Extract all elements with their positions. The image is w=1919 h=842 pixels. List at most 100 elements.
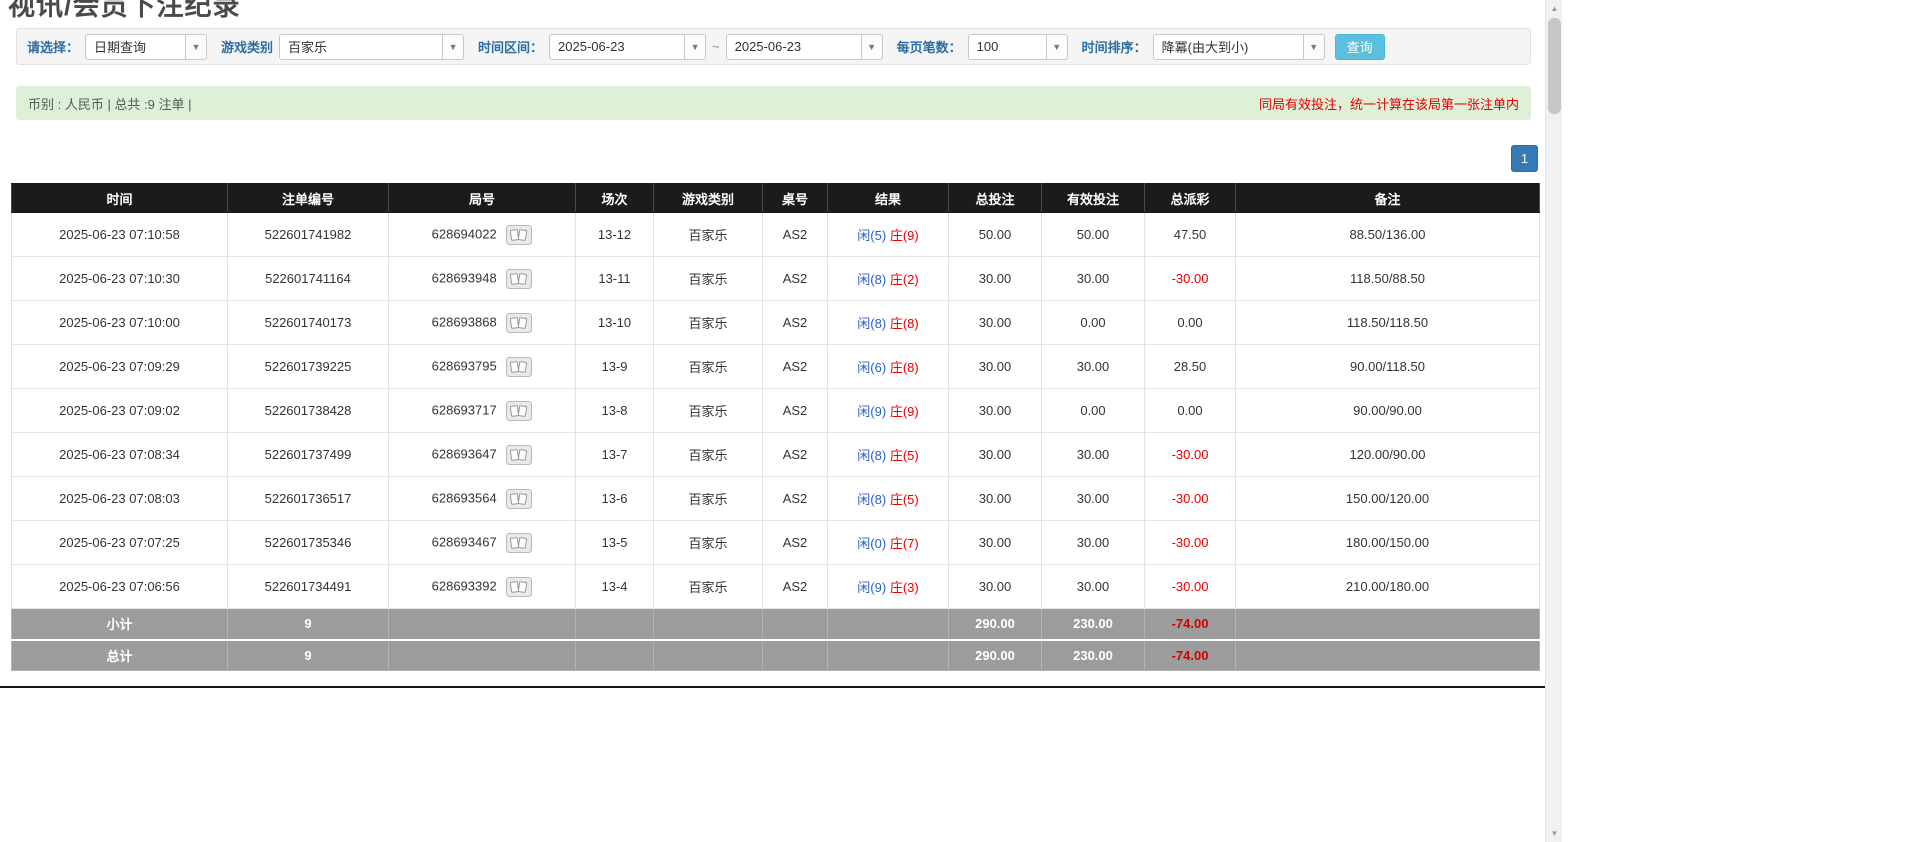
subtotal-label: 小计	[12, 609, 228, 640]
cell-valid-bet: 30.00	[1042, 433, 1145, 477]
round-number: 628693647	[432, 446, 497, 461]
cell-note: 120.00/90.00	[1236, 433, 1540, 477]
header-note: 备注	[1236, 184, 1540, 213]
header-time: 时间	[12, 184, 228, 213]
scroll-up-icon[interactable]: ▲	[1546, 0, 1563, 17]
cell-total-bet[interactable]: 30.00	[949, 433, 1042, 477]
cell-note: 118.50/88.50	[1236, 257, 1540, 301]
cell-valid-bet: 30.00	[1042, 345, 1145, 389]
cell-session: 13-11	[576, 257, 654, 301]
header-total-bet: 总投注	[949, 184, 1042, 213]
view-cards-icon[interactable]	[506, 269, 532, 289]
cell-time: 2025-06-23 07:09:29	[12, 345, 228, 389]
cell-game-type: 百家乐	[654, 345, 763, 389]
player-result: 闲(5)	[857, 228, 886, 243]
time-sort-select[interactable]: 降冪(由大到小) ▼	[1153, 34, 1325, 60]
view-cards-icon[interactable]	[506, 533, 532, 553]
cell-table-no: AS2	[763, 433, 828, 477]
scroll-down-icon[interactable]: ▼	[1546, 825, 1563, 842]
cell-payout: -30.00	[1145, 477, 1236, 521]
subtotal-total-bet: 290.00	[949, 609, 1042, 640]
table-row: 2025-06-23 07:06:56 522601734491 6286933…	[12, 565, 1540, 609]
cell-session: 13-7	[576, 433, 654, 477]
app-window: 视讯/会员下注纪录 请选择： 日期查询 ▼ 游戏类别 百家乐 ▼ 时间区间： 2…	[0, 0, 1919, 842]
cell-total-bet[interactable]: 30.00	[949, 565, 1042, 609]
cell-game-type: 百家乐	[654, 389, 763, 433]
view-cards-icon[interactable]	[506, 225, 532, 245]
header-session: 场次	[576, 184, 654, 213]
chevron-down-icon[interactable]: ▼	[684, 35, 705, 59]
cell-valid-bet: 50.00	[1042, 213, 1145, 257]
cell-total-bet[interactable]: 30.00	[949, 521, 1042, 565]
cell-note: 180.00/150.00	[1236, 521, 1540, 565]
cell-payout: 28.50	[1145, 345, 1236, 389]
cell-valid-bet: 30.00	[1042, 477, 1145, 521]
date-to-value: 2025-06-23	[727, 35, 861, 59]
view-cards-icon[interactable]	[506, 313, 532, 333]
cell-table-no: AS2	[763, 389, 828, 433]
cell-total-bet[interactable]: 30.00	[949, 345, 1042, 389]
cell-payout: -30.00	[1145, 257, 1236, 301]
banker-result: 庄(2)	[890, 272, 919, 287]
total-count: 9	[228, 640, 389, 671]
header-table-no: 桌号	[763, 184, 828, 213]
cell-result: 闲(6) 庄(8)	[828, 345, 949, 389]
total-valid-bet: 230.00	[1042, 640, 1145, 671]
bet-records-table: 时间 注单编号 局号 场次 游戏类别 桌号 结果 总投注 有效投注 总派彩 备注…	[11, 183, 1540, 671]
scrollbar-thumb[interactable]	[1548, 18, 1561, 114]
view-cards-icon[interactable]	[506, 401, 532, 421]
cell-result: 闲(8) 庄(5)	[828, 477, 949, 521]
cell-total-bet[interactable]: 50.00	[949, 213, 1042, 257]
vertical-scrollbar[interactable]: ▲ ▼	[1545, 0, 1562, 842]
subtotal-row: 小计 9 290.00 230.00 -74.00	[12, 609, 1540, 640]
view-cards-icon[interactable]	[506, 445, 532, 465]
chevron-down-icon[interactable]: ▼	[861, 35, 882, 59]
cell-bet-id: 522601739225	[228, 345, 389, 389]
cell-session: 13-12	[576, 213, 654, 257]
cell-valid-bet: 0.00	[1042, 301, 1145, 345]
cell-result: 闲(9) 庄(3)	[828, 565, 949, 609]
cell-total-bet[interactable]: 30.00	[949, 477, 1042, 521]
chevron-down-icon[interactable]: ▼	[1046, 35, 1067, 59]
game-type-select[interactable]: 百家乐 ▼	[279, 34, 464, 60]
player-result: 闲(9)	[857, 580, 886, 595]
cell-table-no: AS2	[763, 301, 828, 345]
query-type-label: 请选择：	[27, 37, 79, 56]
page-title: 视讯/会员下注纪录	[8, 0, 241, 23]
table-row: 2025-06-23 07:08:34 522601737499 6286936…	[12, 433, 1540, 477]
cell-valid-bet: 30.00	[1042, 521, 1145, 565]
cell-result: 闲(8) 庄(5)	[828, 433, 949, 477]
chevron-down-icon[interactable]: ▼	[442, 35, 463, 59]
player-result: 闲(6)	[857, 360, 886, 375]
view-cards-icon[interactable]	[506, 577, 532, 597]
cell-bet-id: 522601735346	[228, 521, 389, 565]
summary-bar: 币别 : 人民币 | 总共 :9 注单 | 同局有效投注，统一计算在该局第一张注…	[16, 86, 1531, 120]
query-type-select[interactable]: 日期查询 ▼	[85, 34, 207, 60]
cell-time: 2025-06-23 07:07:25	[12, 521, 228, 565]
subtotal-payout: -74.00	[1145, 609, 1236, 640]
page-size-select[interactable]: 100 ▼	[968, 34, 1068, 60]
view-cards-icon[interactable]	[506, 357, 532, 377]
page-1-button[interactable]: 1	[1511, 145, 1538, 172]
cell-game-type: 百家乐	[654, 521, 763, 565]
cell-result: 闲(8) 庄(8)	[828, 301, 949, 345]
chevron-down-icon[interactable]: ▼	[185, 35, 206, 59]
cell-result: 闲(0) 庄(7)	[828, 521, 949, 565]
cell-session: 13-9	[576, 345, 654, 389]
search-button[interactable]: 查询	[1335, 34, 1385, 60]
date-range-separator: ~	[712, 39, 720, 54]
cell-total-bet[interactable]: 30.00	[949, 301, 1042, 345]
game-type-label: 游戏类别	[221, 37, 273, 56]
view-cards-icon[interactable]	[506, 489, 532, 509]
chevron-down-icon[interactable]: ▼	[1303, 35, 1324, 59]
cell-session: 13-4	[576, 565, 654, 609]
round-number: 628693868	[432, 314, 497, 329]
cell-round: 628693795	[389, 345, 576, 389]
cell-game-type: 百家乐	[654, 477, 763, 521]
cell-payout: -30.00	[1145, 433, 1236, 477]
date-to-picker[interactable]: 2025-06-23 ▼	[726, 34, 883, 60]
cell-total-bet[interactable]: 30.00	[949, 389, 1042, 433]
round-number: 628693795	[432, 358, 497, 373]
date-from-picker[interactable]: 2025-06-23 ▼	[549, 34, 706, 60]
cell-total-bet[interactable]: 30.00	[949, 257, 1042, 301]
